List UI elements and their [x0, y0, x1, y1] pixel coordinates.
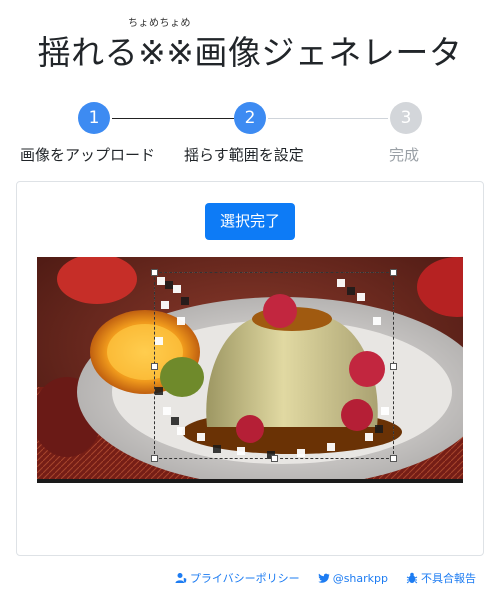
crop-handle-right[interactable]: [390, 363, 397, 370]
twitter-link-label: @sharkpp: [332, 571, 388, 585]
step-1-label: 画像をアップロード: [20, 146, 156, 164]
page-title: 揺れる※※画像ジェネレータ: [37, 33, 463, 72]
step-connector-1: [112, 118, 234, 119]
twitter-icon: [317, 573, 330, 583]
step-connector-2: [268, 118, 388, 119]
privacy-link-label: プライバシーポリシー: [189, 572, 300, 585]
user-shield-icon: [175, 573, 187, 584]
privacy-link[interactable]: プライバシーポリシー: [175, 570, 300, 586]
report-link-label: 不具合報告: [421, 572, 476, 585]
step-3-label: 完成: [389, 146, 420, 164]
step-3-indicator: 3: [390, 102, 422, 134]
crop-handle-bottom-right[interactable]: [390, 455, 397, 462]
image-bottom-bar: [37, 479, 463, 483]
step-2-label: 揺らす範囲を設定: [184, 146, 304, 164]
step-1-indicator: 1: [78, 102, 110, 134]
confirm-selection-button[interactable]: 選択完了: [205, 203, 295, 240]
crop-handle-bottom-left[interactable]: [151, 455, 158, 462]
crop-selection-box[interactable]: [151, 269, 397, 462]
twitter-link[interactable]: @sharkpp: [317, 570, 388, 586]
crop-handle-bottom[interactable]: [271, 455, 278, 462]
crop-handle-top-right[interactable]: [390, 269, 397, 276]
crop-handle-left[interactable]: [151, 363, 158, 370]
footer-links: プライバシーポリシー @sharkpp 不具合報告: [175, 570, 476, 586]
report-link[interactable]: 不具合報告: [406, 570, 476, 586]
step-2-indicator: 2: [234, 102, 266, 134]
crop-handle-top-left[interactable]: [151, 269, 158, 276]
bug-icon: [406, 572, 418, 584]
